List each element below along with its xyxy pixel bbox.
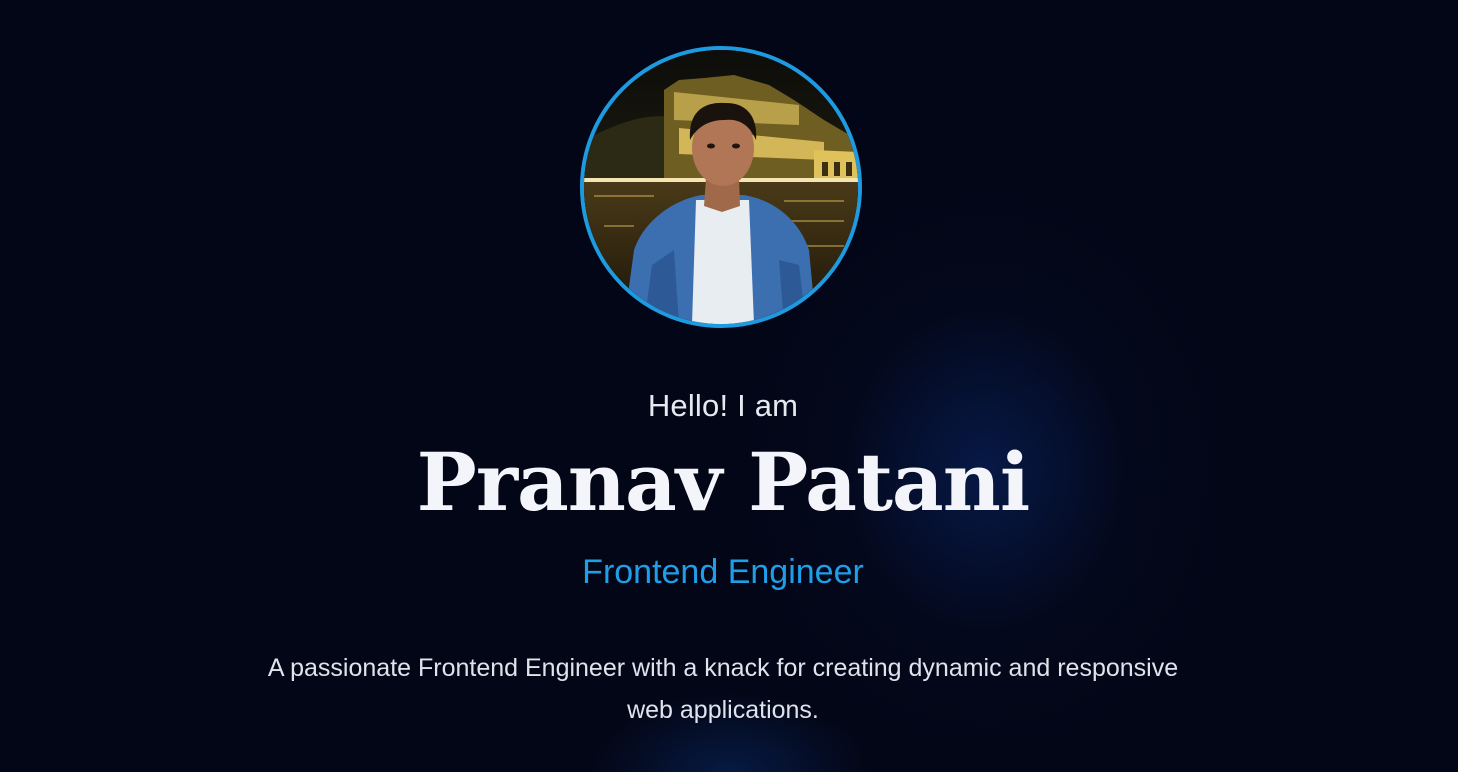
profile-photo xyxy=(580,46,862,328)
page-title: Pranav Patani xyxy=(416,435,1031,529)
profile-photo-icon xyxy=(584,50,858,324)
hero-section: Hello! I am Pranav Patani Frontend Engin… xyxy=(0,0,1458,772)
greeting-text: Hello! I am xyxy=(647,388,799,423)
bio-text: A passionate Frontend Engineer with a kn… xyxy=(267,654,1179,724)
job-title: Frontend Engineer xyxy=(582,553,864,591)
